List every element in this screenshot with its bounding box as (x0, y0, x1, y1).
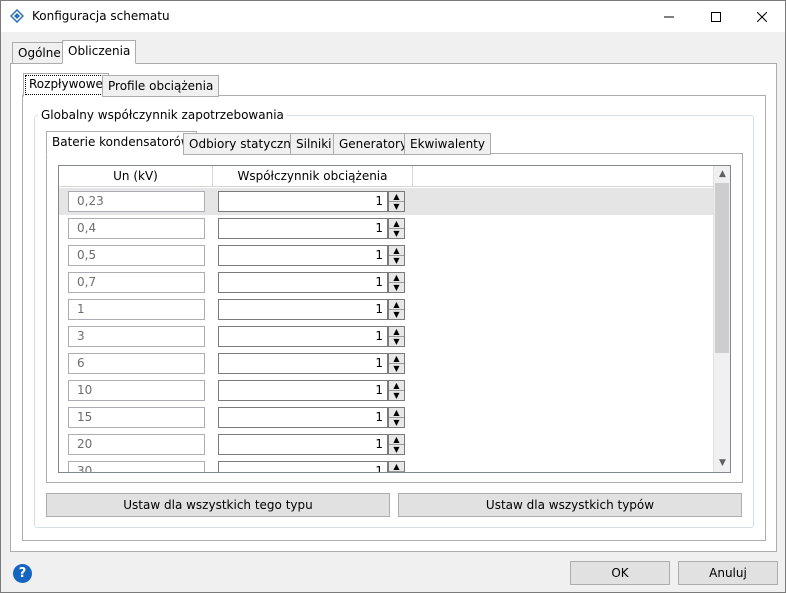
spin-down-icon[interactable]: ▼ (389, 310, 404, 319)
app-diamond-icon (10, 9, 24, 23)
factor-input[interactable]: 1 (218, 434, 388, 455)
factor-spinner[interactable]: ▲▼ (388, 272, 405, 293)
factor-input[interactable]: 1 (218, 326, 388, 347)
tab-odbiory-statyczne[interactable]: Odbiory statyczne (183, 133, 305, 155)
spin-up-icon[interactable]: ▲ (389, 408, 404, 418)
spin-down-icon[interactable]: ▼ (389, 391, 404, 400)
spin-up-icon[interactable]: ▲ (389, 273, 404, 283)
table-row[interactable]: 0,5 1 ▲ ▼ (59, 242, 714, 269)
help-icon[interactable]: ? (13, 564, 32, 583)
table-row[interactable]: 0,7 1 ▲ ▼ (59, 269, 714, 296)
un-value-cell: 15 (68, 407, 205, 428)
spin-up-icon[interactable]: ▲ (389, 246, 404, 256)
un-value-cell: 0,5 (68, 245, 205, 266)
voltage-factor-grid[interactable]: Un (kV) Współczynnik obciążenia 0,23 1 ▲ ▼ 0… (58, 165, 731, 473)
factor-spinner[interactable]: ▲▼ (388, 380, 405, 401)
spin-up-icon[interactable]: ▲ (389, 354, 404, 364)
maximize-icon (711, 11, 721, 22)
spin-up-icon[interactable]: ▲ (389, 327, 404, 337)
tab-obliczenia[interactable]: Obliczenia (62, 40, 137, 64)
factor-spinner[interactable]: ▲▼ (388, 218, 405, 239)
factor-spinner[interactable]: ▲▼ (388, 299, 405, 320)
factor-input[interactable]: 1 (218, 191, 388, 212)
un-value-cell: 30 (68, 461, 205, 472)
un-value-cell: 20 (68, 434, 205, 455)
factor-spinner[interactable]: ▲▼ (388, 461, 405, 473)
table-row[interactable]: 0,4 1 ▲ ▼ (59, 215, 714, 242)
table-row[interactable]: 15 1 ▲ ▼ (59, 404, 714, 431)
spin-down-icon[interactable]: ▼ (389, 202, 404, 211)
factor-spinner[interactable]: ▲▼ (388, 245, 405, 266)
tab-rozplywowe[interactable]: Rozpływowe (23, 73, 109, 97)
factor-input[interactable]: 1 (218, 353, 388, 374)
minimize-button[interactable] (646, 1, 692, 32)
un-value-cell: 10 (68, 380, 205, 401)
spin-down-icon[interactable]: ▼ (389, 418, 404, 427)
scroll-down-arrow-icon[interactable]: ▼ (714, 455, 730, 472)
factor-input[interactable]: 1 (218, 272, 388, 293)
close-icon (757, 11, 767, 22)
maximize-button[interactable] (693, 1, 739, 32)
scrollbar-thumb[interactable] (715, 183, 729, 353)
factor-spinner[interactable]: ▲▼ (388, 191, 405, 212)
spin-down-icon[interactable]: ▼ (389, 445, 404, 454)
table-row[interactable]: 10 1 ▲ ▼ (59, 377, 714, 404)
factor-input[interactable]: 1 (218, 407, 388, 428)
spin-down-icon[interactable]: ▼ (389, 283, 404, 292)
spin-down-icon[interactable]: ▼ (389, 256, 404, 265)
scroll-up-arrow-icon[interactable]: ▲ (714, 166, 730, 183)
tab-generatory[interactable]: Generatory (333, 133, 414, 155)
un-value-cell: 3 (68, 326, 205, 347)
group-title: Globalny współczynnik zapotrzebowania (38, 108, 287, 122)
tab-ogolne[interactable]: Ogólne (12, 42, 67, 64)
cancel-button[interactable]: Anuluj (678, 561, 778, 585)
un-value-cell: 0,4 (68, 218, 205, 239)
spin-down-icon[interactable]: ▼ (389, 337, 404, 346)
tab-profile-obciazenia[interactable]: Profile obciążenia (102, 75, 220, 97)
factor-spinner[interactable]: ▲▼ (388, 407, 405, 428)
title-bar[interactable]: Konfiguracja schematu (1, 1, 785, 32)
vertical-scrollbar[interactable]: ▲ ▼ (713, 166, 730, 472)
set-all-of-type-button[interactable]: Ustaw dla wszystkich tego typu (46, 493, 390, 517)
un-value-cell: 6 (68, 353, 205, 374)
un-value-cell: 0,23 (68, 191, 205, 212)
column-header-un[interactable]: Un (kV) (59, 166, 213, 187)
spin-up-icon[interactable]: ▲ (389, 192, 404, 202)
table-row[interactable]: 6 1 ▲ ▼ (59, 350, 714, 377)
column-header-factor[interactable]: Współczynnik obciążenia (213, 166, 413, 187)
window-title: Konfiguracja schematu (32, 9, 170, 23)
tab-ekwiwalenty[interactable]: Ekwiwalenty (404, 133, 491, 155)
factor-spinner[interactable]: ▲▼ (388, 434, 405, 455)
spin-up-icon[interactable]: ▲ (389, 300, 404, 310)
spin-down-icon[interactable]: ▼ (389, 364, 404, 373)
factor-input[interactable]: 1 (218, 245, 388, 266)
factor-input[interactable]: 1 (218, 218, 388, 239)
minimize-icon (664, 16, 674, 17)
dialog-window: Konfiguracja schematu Ogólne Obliczenia … (0, 0, 786, 593)
table-row[interactable]: 20 1 ▲ ▼ (59, 431, 714, 458)
tab-silniki[interactable]: Silniki (290, 133, 338, 155)
ok-button[interactable]: OK (570, 561, 670, 585)
un-value-cell: 1 (68, 299, 205, 320)
table-row[interactable]: 0,23 1 ▲ ▼ (59, 188, 714, 215)
spin-up-icon[interactable]: ▲ (389, 435, 404, 445)
factor-input[interactable]: 1 (218, 380, 388, 401)
tab-baterie-kondensatorow[interactable]: Baterie kondensatorów (46, 131, 197, 155)
spin-up-icon[interactable]: ▲ (389, 462, 404, 472)
un-value-cell: 0,7 (68, 272, 205, 293)
table-row[interactable]: 3 1 ▲ ▼ (59, 323, 714, 350)
table-row[interactable]: 30 1▲▼ (59, 458, 714, 473)
factor-input[interactable]: 1 (218, 461, 388, 472)
factor-spinner[interactable]: ▲▼ (388, 326, 405, 347)
set-all-types-button[interactable]: Ustaw dla wszystkich typów (398, 493, 742, 517)
factor-spinner[interactable]: ▲▼ (388, 353, 405, 374)
column-header-filler (413, 166, 713, 187)
spin-down-icon[interactable]: ▼ (389, 229, 404, 238)
factor-input[interactable]: 1 (218, 299, 388, 320)
spin-up-icon[interactable]: ▲ (389, 219, 404, 229)
table-row[interactable]: 1 1 ▲ ▼ (59, 296, 714, 323)
spin-up-icon[interactable]: ▲ (389, 381, 404, 391)
spin-down-icon[interactable]: ▼ (389, 472, 404, 473)
close-button[interactable] (739, 1, 785, 32)
